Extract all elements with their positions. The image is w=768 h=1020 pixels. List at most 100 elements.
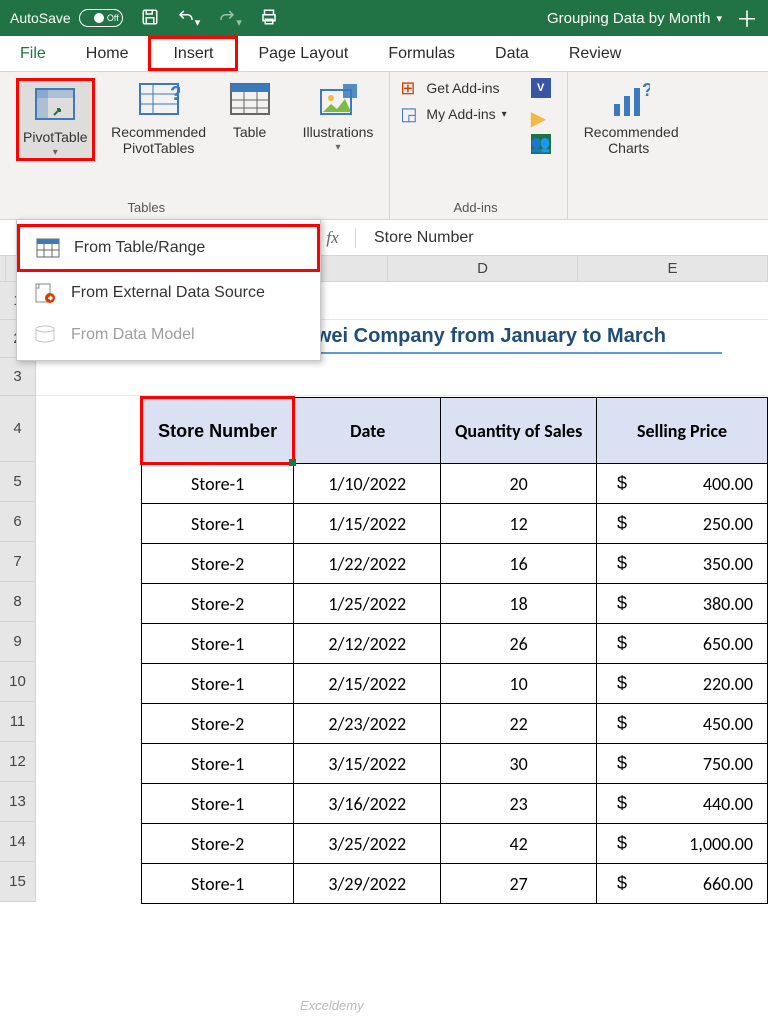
- from-data-model-item: From Data Model: [17, 314, 320, 356]
- pivottable-button[interactable]: PivotTable ▾: [16, 78, 95, 161]
- cell-qty[interactable]: 42: [441, 824, 597, 864]
- people-icon[interactable]: 👥: [531, 134, 551, 154]
- data-table: Store Number Date Quantity of Sales Sell…: [140, 396, 768, 904]
- row-header-14[interactable]: 14: [0, 822, 36, 862]
- tab-insert[interactable]: Insert: [148, 36, 238, 71]
- tab-home[interactable]: Home: [66, 36, 149, 71]
- row-header-3[interactable]: 3: [0, 358, 36, 396]
- cell-date[interactable]: 3/15/2022: [294, 744, 441, 784]
- cell-qty[interactable]: 26: [441, 624, 597, 664]
- redo-icon[interactable]: ▾: [218, 8, 242, 29]
- recommended-pivottables-button[interactable]: ? Recommended PivotTables: [103, 78, 215, 161]
- visio-icon[interactable]: V: [531, 78, 551, 98]
- row-header-11[interactable]: 11: [0, 702, 36, 742]
- cell-qty[interactable]: 22: [441, 704, 597, 744]
- tab-formulas[interactable]: Formulas: [368, 36, 475, 71]
- row-header-4[interactable]: 4: [0, 396, 36, 462]
- cell-store[interactable]: Store-1: [142, 504, 294, 544]
- cell-price[interactable]: $380.00: [597, 584, 768, 624]
- cell-price[interactable]: $250.00: [597, 504, 768, 544]
- cell-store[interactable]: Store-1: [142, 744, 294, 784]
- cell-price[interactable]: $450.00: [597, 704, 768, 744]
- cell-store[interactable]: Store-1: [142, 464, 294, 504]
- cell-qty[interactable]: 20: [441, 464, 597, 504]
- undo-icon[interactable]: ▾: [177, 8, 201, 29]
- illustrations-button[interactable]: Illustrations ▾: [297, 78, 380, 157]
- cell-date[interactable]: 1/15/2022: [294, 504, 441, 544]
- cell-store[interactable]: Store-2: [142, 704, 294, 744]
- header-store[interactable]: Store Number: [142, 398, 294, 464]
- ribbon-display-icon[interactable]: ＋: [736, 2, 758, 34]
- cell-qty[interactable]: 18: [441, 584, 597, 624]
- cell-store[interactable]: Store-2: [142, 584, 294, 624]
- cell-date[interactable]: 2/12/2022: [294, 624, 441, 664]
- header-price[interactable]: Selling Price: [597, 398, 768, 464]
- cell-qty[interactable]: 23: [441, 784, 597, 824]
- autosave-toggle[interactable]: AutoSave Off: [10, 9, 123, 27]
- header-qty[interactable]: Quantity of Sales: [441, 398, 597, 464]
- row-header-13[interactable]: 13: [0, 782, 36, 822]
- row-header-10[interactable]: 10: [0, 662, 36, 702]
- row-header-12[interactable]: 12: [0, 742, 36, 782]
- cell-store[interactable]: Store-1: [142, 664, 294, 704]
- table-button[interactable]: Table: [223, 78, 277, 161]
- addins-group-label: Add-ins: [454, 196, 498, 215]
- cell-date[interactable]: 2/15/2022: [294, 664, 441, 704]
- formula-value[interactable]: Store Number: [356, 229, 474, 247]
- cell-date[interactable]: 1/22/2022: [294, 544, 441, 584]
- cell-store[interactable]: Store-2: [142, 824, 294, 864]
- cell-price[interactable]: $350.00: [597, 544, 768, 584]
- tab-page-layout[interactable]: Page Layout: [238, 36, 368, 71]
- row-header-5[interactable]: 5: [0, 462, 36, 502]
- cell-store[interactable]: Store-1: [142, 624, 294, 664]
- cell-qty[interactable]: 12: [441, 504, 597, 544]
- header-date[interactable]: Date: [294, 398, 441, 464]
- cell-price[interactable]: $660.00: [597, 864, 768, 904]
- tab-file[interactable]: File: [0, 36, 66, 71]
- row-header-9[interactable]: 9: [0, 622, 36, 662]
- save-icon[interactable]: [141, 8, 159, 29]
- cell-price[interactable]: $650.00: [597, 624, 768, 664]
- data-model-icon: [33, 324, 57, 346]
- cell-qty[interactable]: 27: [441, 864, 597, 904]
- cell-qty[interactable]: 10: [441, 664, 597, 704]
- col-header-d[interactable]: D: [388, 256, 578, 282]
- row-header-7[interactable]: 7: [0, 542, 36, 582]
- col-header-e[interactable]: E: [578, 256, 768, 282]
- tab-data[interactable]: Data: [475, 36, 549, 71]
- document-name[interactable]: Grouping Data by Month▾: [547, 10, 722, 27]
- autosave-label: AutoSave: [10, 10, 71, 26]
- get-addins-button[interactable]: ⊞ Get Add-ins: [400, 78, 506, 98]
- cell-price[interactable]: $220.00: [597, 664, 768, 704]
- row-header-6[interactable]: 6: [0, 502, 36, 542]
- cell-date[interactable]: 1/10/2022: [294, 464, 441, 504]
- cell-qty[interactable]: 16: [441, 544, 597, 584]
- from-external-data-item[interactable]: From External Data Source: [17, 272, 320, 314]
- cell-price[interactable]: $1,000.00: [597, 824, 768, 864]
- cell-store[interactable]: Store-1: [142, 864, 294, 904]
- tab-review[interactable]: Review: [549, 36, 641, 71]
- cell-date[interactable]: 3/16/2022: [294, 784, 441, 824]
- cell-price[interactable]: $440.00: [597, 784, 768, 824]
- cell-price[interactable]: $400.00: [597, 464, 768, 504]
- bing-icon[interactable]: ▶: [531, 106, 551, 126]
- ribbon-tabs: File Home Insert Page Layout Formulas Da…: [0, 36, 768, 72]
- recommended-charts-button[interactable]: ? Recommended Charts: [578, 78, 680, 160]
- cell-date[interactable]: 1/25/2022: [294, 584, 441, 624]
- chart-icon: ?: [608, 82, 650, 122]
- cell-qty[interactable]: 30: [441, 744, 597, 784]
- cell-date[interactable]: 2/23/2022: [294, 704, 441, 744]
- cell-date[interactable]: 3/29/2022: [294, 864, 441, 904]
- cell-date[interactable]: 3/25/2022: [294, 824, 441, 864]
- cell-store[interactable]: Store-1: [142, 784, 294, 824]
- addins-shortcuts: V ▶ 👥: [531, 78, 551, 154]
- table-icon: [229, 82, 271, 122]
- cell-price[interactable]: $750.00: [597, 744, 768, 784]
- my-addins-button[interactable]: ◲ My Add-ins ▾: [400, 104, 506, 124]
- from-table-range-item[interactable]: From Table/Range: [17, 224, 320, 272]
- row-header-15[interactable]: 15: [0, 862, 36, 902]
- print-icon[interactable]: [260, 8, 278, 29]
- toggle-off-icon[interactable]: Off: [79, 9, 123, 27]
- row-header-8[interactable]: 8: [0, 582, 36, 622]
- cell-store[interactable]: Store-2: [142, 544, 294, 584]
